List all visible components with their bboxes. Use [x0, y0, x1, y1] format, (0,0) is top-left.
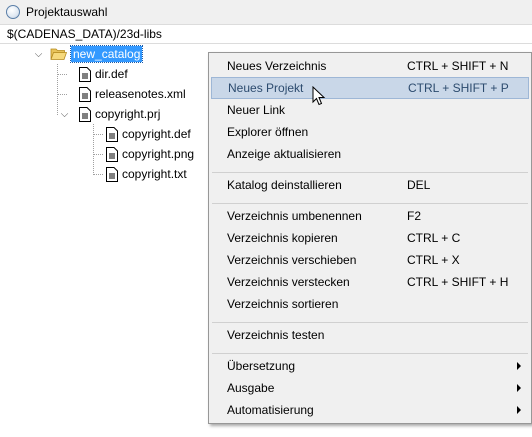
tree-node-file[interactable]: copyright.png	[106, 144, 194, 164]
menu-item-hide-directory[interactable]: Verzeichnis verstecken CTRL + SHIFT + H	[211, 271, 529, 293]
menu-item-label: Übersetzung	[227, 359, 296, 373]
menu-item-label: Neues Verzeichnis	[227, 59, 327, 73]
menu-item-shortcut: CTRL + SHIFT + N	[407, 59, 509, 73]
menu-item-open-explorer[interactable]: Explorer öffnen	[211, 121, 529, 143]
context-menu: Neues Verzeichnis CTRL + SHIFT + N Neues…	[208, 52, 532, 424]
tree-node-label: new_catalog	[69, 45, 144, 63]
menu-item-refresh[interactable]: Anzeige aktualisieren	[211, 143, 529, 165]
menu-item-shortcut: CTRL + C	[407, 231, 461, 245]
menu-item-output[interactable]: Ausgabe	[211, 377, 529, 399]
tree-node-file[interactable]: copyright.txt	[106, 164, 187, 184]
app-icon	[6, 5, 20, 19]
file-icon	[106, 146, 118, 162]
menu-item-label: Verzeichnis kopieren	[227, 231, 338, 245]
menu-item-uninstall-catalog[interactable]: Katalog deinstallieren DEL	[211, 174, 529, 196]
tree-node-file[interactable]: releasenotes.xml	[79, 84, 186, 104]
tree-node-label: dir.def	[95, 67, 128, 81]
tree-node-label: copyright.def	[122, 127, 191, 141]
tree-node-label: copyright.txt	[122, 167, 187, 181]
tree-line	[93, 154, 103, 155]
menu-item-rename-directory[interactable]: Verzeichnis umbenennen F2	[211, 205, 529, 227]
menu-item-label: Verzeichnis verschieben	[227, 253, 357, 267]
file-icon	[79, 86, 91, 102]
path-field[interactable]: $(CADENAS_DATA)/23d-libs	[0, 24, 532, 44]
tree-line	[93, 174, 103, 175]
tree-line	[93, 134, 103, 135]
tree-node-label: copyright.png	[122, 147, 195, 161]
submenu-arrow-icon	[517, 362, 521, 370]
chevron-down-icon[interactable]: ⌵	[34, 50, 43, 60]
tree-node-file[interactable]: dir.def	[79, 64, 128, 84]
open-folder-icon	[50, 48, 67, 60]
tree-line	[57, 94, 67, 95]
menu-item-label: Neuer Link	[227, 103, 286, 117]
tree-node-label: copyright.prj	[95, 107, 161, 121]
menu-item-label: Anzeige aktualisieren	[227, 147, 342, 161]
submenu-arrow-icon	[517, 384, 521, 392]
file-icon	[106, 166, 118, 182]
menu-item-label: Verzeichnis testen	[227, 328, 325, 342]
menu-item-new-directory[interactable]: Neues Verzeichnis CTRL + SHIFT + N	[211, 55, 529, 77]
tree-line	[57, 74, 67, 75]
menu-item-label: Verzeichnis umbenennen	[227, 209, 362, 223]
menu-separator	[212, 172, 528, 173]
tree-node-project[interactable]: copyright.prj	[79, 104, 160, 124]
menu-item-label: Ausgabe	[227, 381, 275, 395]
tree-node-file[interactable]: copyright.def	[106, 124, 191, 144]
submenu-arrow-icon	[517, 406, 521, 414]
menu-item-shortcut: CTRL + X	[407, 253, 460, 267]
menu-separator	[212, 203, 528, 204]
menu-separator	[212, 322, 528, 323]
menu-item-sort-directory[interactable]: Verzeichnis sortieren	[211, 293, 529, 315]
menu-item-shortcut: CTRL + SHIFT + P	[408, 81, 509, 95]
file-icon	[79, 66, 91, 82]
menu-item-test-directory[interactable]: Verzeichnis testen	[211, 324, 529, 346]
menu-item-shortcut: CTRL + SHIFT + H	[407, 275, 509, 289]
window-title: Projektauswahl	[26, 5, 108, 19]
menu-item-move-directory[interactable]: Verzeichnis verschieben CTRL + X	[211, 249, 529, 271]
menu-item-new-link[interactable]: Neuer Link	[211, 99, 529, 121]
file-icon	[106, 126, 118, 142]
title-bar: Projektauswahl	[0, 0, 532, 24]
menu-item-label: Katalog deinstallieren	[227, 178, 342, 192]
menu-item-label: Automatisierung	[227, 403, 314, 417]
menu-item-label: Verzeichnis sortieren	[227, 297, 339, 311]
menu-item-label: Verzeichnis verstecken	[227, 275, 350, 289]
menu-separator	[212, 353, 528, 354]
menu-item-label: Explorer öffnen	[227, 125, 309, 139]
mouse-cursor-icon	[312, 86, 326, 106]
chevron-down-icon[interactable]: ⌵	[60, 110, 69, 120]
menu-item-copy-directory[interactable]: Verzeichnis kopieren CTRL + C	[211, 227, 529, 249]
menu-item-shortcut: F2	[407, 209, 422, 223]
tree-node-new-catalog[interactable]: new_catalog	[50, 44, 144, 64]
menu-item-shortcut: DEL	[407, 178, 431, 192]
menu-item-new-project[interactable]: Neues Projekt CTRL + SHIFT + P	[211, 77, 529, 99]
tree-line	[57, 64, 58, 115]
tree-line	[93, 124, 94, 175]
menu-item-automation[interactable]: Automatisierung	[211, 399, 529, 421]
menu-item-label: Neues Projekt	[228, 81, 304, 95]
tree-node-label: releasenotes.xml	[95, 87, 186, 101]
menu-item-translation[interactable]: Übersetzung	[211, 355, 529, 377]
project-file-icon	[79, 106, 91, 122]
